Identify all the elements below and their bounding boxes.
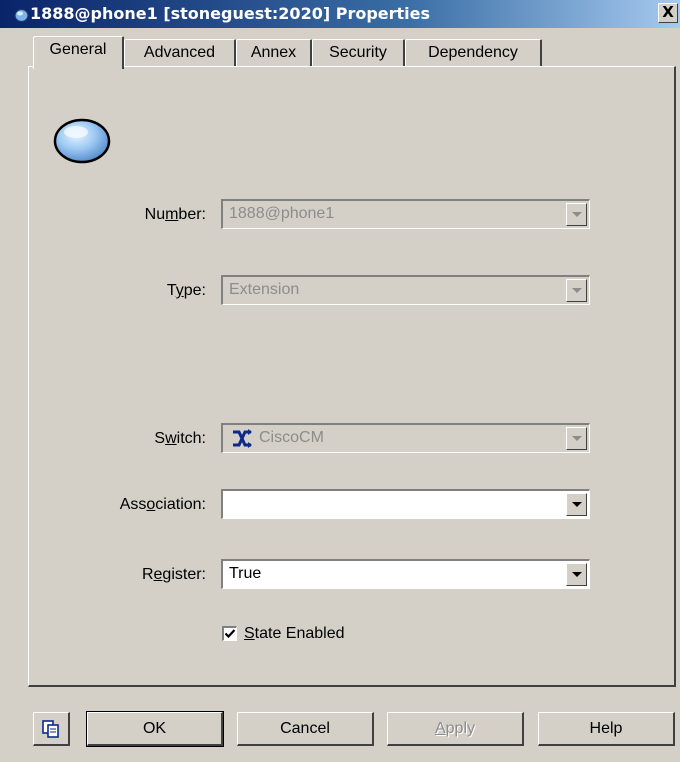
type-label: Type: <box>166 282 206 299</box>
tab-label: Advanced <box>143 44 216 61</box>
association-label: Association: <box>119 496 206 513</box>
type-value: Extension <box>229 281 300 298</box>
title-bar[interactable]: 1888@phone1 [stoneguest:2020] Properties… <box>0 0 680 28</box>
type-combo[interactable]: Extension <box>221 275 590 305</box>
number-label: Number: <box>144 206 206 223</box>
close-button[interactable]: X <box>658 3 678 23</box>
chevron-down-icon[interactable] <box>566 203 587 226</box>
number-value: 1888@phone1 <box>229 205 335 222</box>
register-combo[interactable]: True <box>221 559 590 589</box>
ok-button[interactable]: OK <box>86 711 224 747</box>
phone-line-icon <box>14 8 29 23</box>
switch-value: CiscoCM <box>259 429 324 446</box>
tab-annex[interactable]: Annex <box>236 39 312 67</box>
switch-combo[interactable]: CiscoCM <box>221 423 590 453</box>
cancel-button[interactable]: Cancel <box>237 712 374 746</box>
tab-label: General <box>49 41 107 58</box>
checkmark-icon <box>224 629 236 639</box>
cisco-switch-icon <box>233 429 252 448</box>
tab-label: Security <box>329 44 387 61</box>
general-tab-panel <box>28 66 676 687</box>
apply-button[interactable]: Apply <box>387 712 524 746</box>
association-combo[interactable] <box>221 489 590 519</box>
state-enabled-label[interactable]: State Enabled <box>244 625 345 643</box>
copy-icon <box>42 720 59 738</box>
copy-button[interactable] <box>33 712 70 746</box>
chevron-down-icon[interactable] <box>566 493 587 516</box>
switch-label: Switch: <box>154 430 206 447</box>
number-combo[interactable]: 1888@phone1 <box>221 199 590 229</box>
chevron-down-icon[interactable] <box>566 279 587 302</box>
tab-label: Dependency <box>428 44 518 61</box>
help-button[interactable]: Help <box>538 712 675 746</box>
properties-dialog: 1888@phone1 [stoneguest:2020] Properties… <box>0 0 680 762</box>
register-label: Register: <box>141 566 206 583</box>
state-enabled-checkbox[interactable] <box>222 626 237 641</box>
phone-line-large-icon <box>53 118 111 164</box>
chevron-down-icon[interactable] <box>566 563 587 586</box>
tab-advanced[interactable]: Advanced <box>124 39 236 67</box>
tab-label: Annex <box>250 44 297 61</box>
window-title: 1888@phone1 [stoneguest:2020] Properties <box>30 4 431 23</box>
tab-general[interactable]: General <box>33 36 124 69</box>
register-value: True <box>229 565 262 582</box>
tab-dependency[interactable]: Dependency <box>405 39 542 67</box>
tab-security[interactable]: Security <box>312 39 405 67</box>
chevron-down-icon[interactable] <box>566 427 587 450</box>
